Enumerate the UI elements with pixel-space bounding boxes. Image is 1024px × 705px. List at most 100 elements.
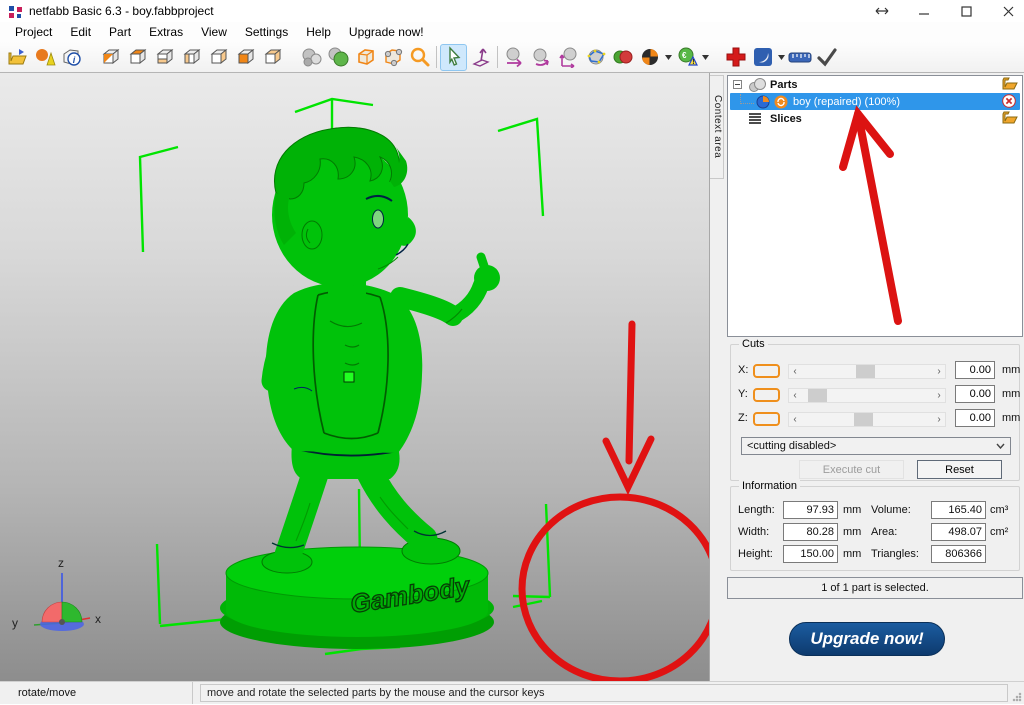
analysis-dropdown-icon[interactable] [700, 44, 710, 71]
model-figurine[interactable] [262, 127, 500, 573]
tree-row-parts[interactable]: Parts [728, 76, 1022, 93]
height-value: 150.00 [783, 545, 838, 563]
cut-z-value-input[interactable] [955, 409, 995, 427]
select-arrow-icon[interactable] [440, 44, 467, 71]
tree-row-slices[interactable]: Slices [728, 110, 1022, 127]
view-cube-bottom-icon[interactable] [151, 44, 178, 71]
cut-z-toggle-button[interactable] [753, 412, 780, 426]
collapse-icon[interactable] [733, 80, 742, 89]
add-part-icon[interactable] [31, 44, 58, 71]
menu-edit[interactable]: Edit [61, 23, 100, 41]
slices-folder-icon[interactable] [1002, 111, 1018, 127]
volume-value: 165.40 [931, 501, 986, 519]
cut-y-slider-thumb[interactable] [808, 389, 827, 402]
bounding-box-icon[interactable] [352, 44, 379, 71]
menu-view[interactable]: View [192, 23, 236, 41]
maximize-icon[interactable] [956, 2, 976, 20]
view-cube-front-icon[interactable] [232, 44, 259, 71]
triangles-label: Triangles: [871, 548, 919, 560]
menu-project[interactable]: Project [6, 23, 61, 41]
tree-row-boy-part[interactable]: boy (repaired) (100%) [730, 93, 1020, 110]
slider-left-arrow-icon[interactable]: ‹ [789, 413, 801, 426]
remove-part-icon[interactable] [1002, 94, 1016, 111]
cut-y-toggle-button[interactable] [753, 388, 780, 402]
repair-icon[interactable] [722, 44, 749, 71]
cut-z-label: Z: [738, 412, 748, 424]
view-cube-left-icon[interactable] [178, 44, 205, 71]
cut-y-slider[interactable]: ‹ › [788, 388, 946, 403]
repaired-badge-icon [774, 95, 788, 109]
cut-x-slider-thumb[interactable] [856, 365, 875, 378]
slider-right-arrow-icon[interactable]: › [933, 389, 945, 402]
context-area-tab[interactable]: Context area [710, 75, 724, 179]
selection-status: 1 of 1 part is selected. [727, 577, 1023, 599]
menu-settings[interactable]: Settings [236, 23, 297, 41]
scale-part-icon[interactable] [555, 44, 582, 71]
status-mode: rotate/move [0, 682, 193, 704]
slider-left-arrow-icon[interactable]: ‹ [789, 389, 801, 402]
execute-cut-button[interactable]: Execute cut [799, 460, 904, 479]
move-part-icon[interactable] [501, 44, 528, 71]
height-unit: mm [843, 548, 861, 560]
slice-view-icon[interactable] [749, 44, 776, 71]
status-hint: move and rotate the selected parts by th… [200, 684, 1008, 702]
information-title: Information [739, 480, 800, 492]
view-cube-front-diagonal-icon[interactable] [97, 44, 124, 71]
cut-x-value-input[interactable] [955, 361, 995, 379]
minimize-icon[interactable] [914, 2, 934, 20]
status-bar: rotate/move move and rotate the selected… [0, 681, 1024, 704]
menu-extras[interactable]: Extras [140, 23, 192, 41]
model-base: Gambody [220, 547, 494, 649]
area-label: Area: [871, 526, 897, 538]
slider-right-arrow-icon[interactable]: › [933, 413, 945, 426]
open-project-icon[interactable] [4, 44, 31, 71]
cut-y-value-input[interactable] [955, 385, 995, 403]
3d-viewport[interactable]: Gambody [0, 73, 710, 681]
cutting-mode-value: <cutting disabled> [747, 440, 836, 452]
measure-icon[interactable] [786, 44, 813, 71]
cut-sphere-icon[interactable] [636, 44, 663, 71]
reset-button[interactable]: Reset [917, 460, 1002, 479]
apply-icon[interactable] [813, 44, 840, 71]
menu-part[interactable]: Part [100, 23, 140, 41]
height-label: Height: [738, 548, 773, 560]
view-cube-back-icon[interactable] [259, 44, 286, 71]
points-on-cube-icon[interactable] [379, 44, 406, 71]
model-handle[interactable] [344, 372, 354, 382]
toolbar: i [0, 42, 1024, 73]
parts-folder-icon[interactable] [1002, 77, 1018, 93]
cut-x-slider[interactable]: ‹ › [788, 364, 946, 379]
upgrade-now-button[interactable]: Upgrade now! [789, 622, 945, 656]
slice-view-dropdown-icon[interactable] [776, 44, 786, 71]
cut-z-slider-thumb[interactable] [854, 413, 873, 426]
width-label: Width: [738, 526, 769, 538]
analysis-icon[interactable]: €! [673, 44, 700, 71]
resize-horizontal-icon[interactable] [872, 2, 892, 20]
slider-right-arrow-icon[interactable]: › [933, 365, 945, 378]
resize-grip-icon[interactable] [1012, 692, 1022, 702]
cut-sphere-dropdown-icon[interactable] [663, 44, 673, 71]
view-cube-top-icon[interactable] [124, 44, 151, 71]
title-bar: netfabb Basic 6.3 - boy.fabbproject [0, 0, 1024, 22]
menu-upgrade-now[interactable]: Upgrade now! [340, 23, 433, 41]
close-icon[interactable] [998, 2, 1018, 20]
cut-x-toggle-button[interactable] [753, 364, 780, 378]
cut-x-label: X: [738, 364, 748, 376]
zoom-icon[interactable] [406, 44, 433, 71]
information-group: Information Length: 97.93 mm Volume: 165… [730, 486, 1020, 571]
rotate-view-icon[interactable] [467, 44, 494, 71]
cutting-mode-dropdown[interactable]: <cutting disabled> [741, 437, 1011, 455]
rotate-part-icon[interactable] [528, 44, 555, 71]
cut-z-slider[interactable]: ‹ › [788, 412, 946, 427]
model-scene: Gambody [0, 73, 710, 681]
menu-bar: Project Edit Part Extras View Settings H… [0, 22, 1024, 42]
shaded-spheres-icon[interactable] [298, 44, 325, 71]
surface-select-icon[interactable] [582, 44, 609, 71]
part-info-icon[interactable]: i [58, 44, 85, 71]
menu-help[interactable]: Help [297, 23, 340, 41]
parts-tree: Parts boy (repaired) (100%) [727, 75, 1023, 337]
view-cube-right-icon[interactable] [205, 44, 232, 71]
highlight-sphere-icon[interactable] [325, 44, 352, 71]
collision-detection-icon[interactable] [609, 44, 636, 71]
slider-left-arrow-icon[interactable]: ‹ [789, 365, 801, 378]
